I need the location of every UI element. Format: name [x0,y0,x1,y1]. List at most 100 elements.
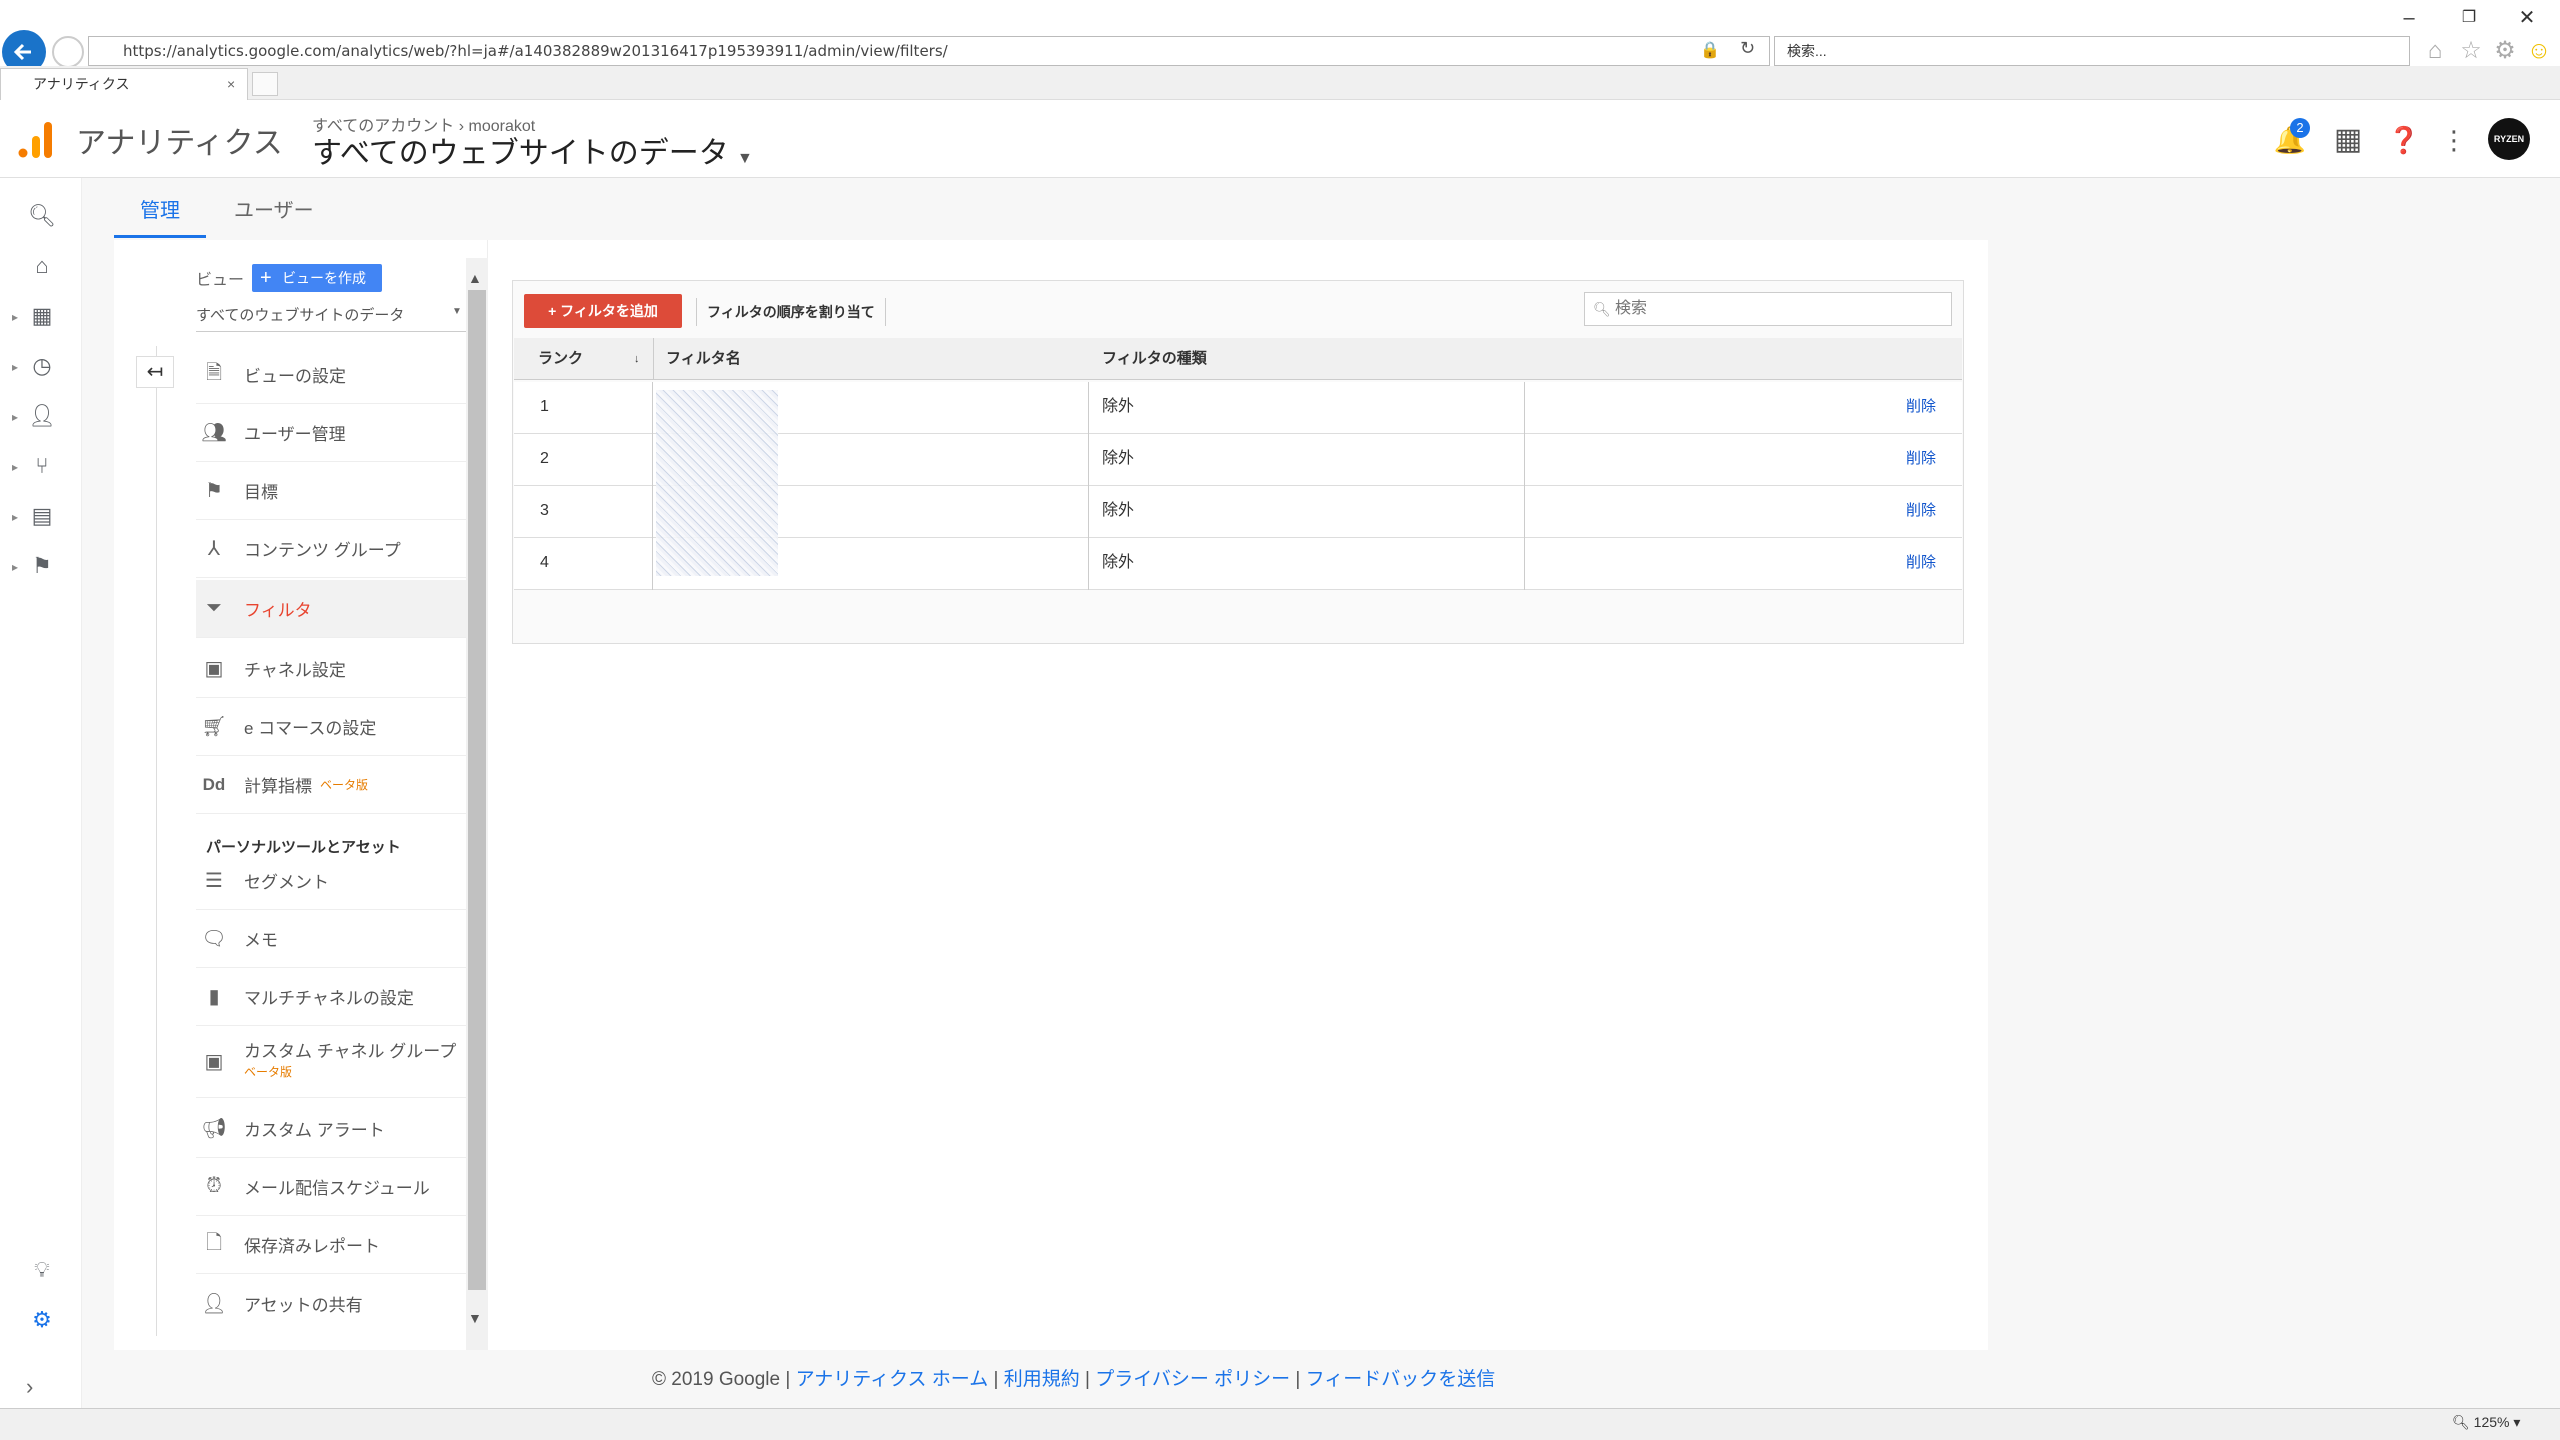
home-icon[interactable]: ⌂ [26,250,58,282]
menu-label: メール配信スケジュール [244,1179,430,1198]
redacted-filter-names [656,390,778,576]
browser-tab-analytics[interactable]: アナリティクス × [0,68,248,100]
column-scrollbar-thumb[interactable] [468,290,486,1290]
type-cell: 除外 [1102,450,1135,467]
menu-user-management[interactable]: 👥︎ ユーザー管理 [196,404,466,462]
create-view-button[interactable]: + ビューを作成 [252,264,382,292]
delete-link[interactable]: 削除 [1906,538,1936,590]
delete-link[interactable]: 削除 [1906,486,1936,538]
browser-status-bar [0,1408,2560,1440]
caret-down-icon: ▼ [452,306,462,317]
collapse-column-button[interactable]: ↤ [136,356,174,388]
settings-gear-icon[interactable]: ⚙ [2490,36,2520,66]
expand-caret-icon: ▸ [12,410,19,424]
conversions-flag-icon[interactable]: ⚑ [26,550,58,582]
minimize-button[interactable]: – [2392,4,2426,32]
realtime-clock-icon[interactable]: ◷ [26,350,58,382]
menu-segments[interactable]: ☰ セグメント [196,852,466,910]
column-header-filter-name[interactable]: フィルタ名 [654,338,1088,380]
assign-filter-order-button[interactable]: フィルタの順序を割り当て [696,298,886,326]
beta-badge: ベータ版 [244,1064,293,1079]
menu-scheduled-emails[interactable]: ⏰︎ メール配信スケジュール [196,1158,466,1216]
footer-link-terms[interactable]: 利用規約 [1004,1369,1080,1390]
footer: © 2019 Google | アナリティクス ホーム | 利用規約 | プライ… [652,1369,1496,1390]
tab-close-icon[interactable]: × [227,69,235,99]
menu-custom-channel-grouping[interactable]: ▣ カスタム チャネル グループ ベータ版 [196,1026,466,1098]
more-vert-icon[interactable]: ⋮ [2436,122,2472,158]
close-window-button[interactable]: ✕ [2510,4,2544,32]
zoom-level[interactable]: 🔍︎ 125% ▾ [2452,1414,2520,1431]
menu-content-grouping[interactable]: ⅄ コンテンツ グループ [196,520,466,578]
rank-cell: 2 [540,450,549,467]
column-divider [652,382,653,590]
channel-settings-icon: ▣ [204,658,224,680]
column-header-label: フィルタ名 [666,350,741,367]
customization-icon[interactable]: ▦ [26,300,58,332]
shopping-cart-icon: 🛒︎ [201,716,227,738]
type-cell: 除外 [1102,398,1135,415]
avatar[interactable]: RYZEN [2488,118,2530,160]
back-arrow-icon [13,43,31,61]
menu-saved-reports[interactable]: 🗋 保存済みレポート [196,1216,466,1274]
filter-search-input[interactable]: 🔍︎ 検索 [1584,292,1952,326]
column-header-rank[interactable]: ランク ↓ [514,338,654,380]
acquisition-icon[interactable]: ⑂ [26,450,58,482]
menu-view-settings[interactable]: 🗎 ビューの設定 [196,346,466,404]
refresh-icon[interactable]: ↻ [1740,38,1755,59]
alarm-clock-icon: ⏰︎ [206,1175,222,1197]
menu-goals[interactable]: ⚑ 目標 [196,462,466,520]
tab-user[interactable]: ユーザー [234,194,314,238]
delete-link[interactable]: 削除 [1906,382,1936,434]
document-icon: 🗋 [205,1231,223,1254]
search-icon[interactable]: 🔍︎ [26,200,58,232]
restore-button[interactable]: ❐ [2452,4,2486,32]
menu-filters[interactable]: ⏷ フィルタ [196,580,466,638]
behavior-icon[interactable]: ▤ [26,500,58,532]
rank-cell: 4 [540,554,549,571]
home-icon[interactable]: ⌂ [2420,36,2450,66]
expand-caret-icon: ▸ [12,460,19,474]
apps-grid-icon[interactable]: ▦ [2330,122,2366,158]
audience-person-icon[interactable]: 👤︎ [26,400,58,432]
discover-lightbulb-icon[interactable]: 💡︎ [26,1254,58,1286]
menu-ecommerce-settings[interactable]: 🛒︎ e コマースの設定 [196,698,466,756]
menu-annotations[interactable]: 🗨 メモ [196,910,466,968]
delete-link[interactable]: 削除 [1906,434,1936,486]
admin-gear-icon[interactable]: ⚙ [26,1304,58,1336]
sort-arrow-icon: ↓ [634,353,640,365]
scroll-down-icon[interactable]: ▼ [468,1310,482,1326]
menu-calculated-metrics[interactable]: Dd 計算指標 ベータ版 [196,756,466,814]
menu-label: カスタム チャネル グループ [244,1041,457,1061]
footer-link-feedback[interactable]: フィードバックを送信 [1306,1369,1496,1390]
column-header-filter-type[interactable]: フィルタの種類 [1088,338,1962,380]
tab-admin[interactable]: 管理 [114,194,206,238]
scroll-up-icon[interactable]: ▲ [468,270,482,286]
tab-bar [0,66,2560,100]
menu-label: フィルタ [244,601,312,620]
view-selector[interactable]: すべてのウェブサイトのデータ ▼ [312,128,753,172]
feedback-smiley-icon[interactable]: ☺ [2524,36,2554,66]
menu-channel-settings[interactable]: ▣ チャネル設定 [196,640,466,698]
address-bar[interactable]: https://analytics.google.com/analytics/w… [88,36,1770,66]
create-view-label: ビューを作成 [282,270,366,286]
menu-share-assets[interactable]: 👤︎ アセットの共有 [196,1274,466,1332]
notification-badge: 2 [2290,118,2310,138]
calculated-metrics-icon: Dd [202,774,226,794]
zoom-value: 125% [2473,1414,2510,1430]
menu-label: マルチチャネルの設定 [244,989,414,1008]
browser-forward-button[interactable] [52,36,84,68]
menu-custom-alerts[interactable]: 📢︎ カスタム アラート [196,1100,466,1158]
help-icon[interactable]: ❓ [2386,122,2422,158]
view-dropdown[interactable]: すべてのウェブサイトのデータ ▼ [196,304,466,332]
footer-link-analytics-home[interactable]: アナリティクス ホーム [796,1369,989,1390]
expand-rail-chevron-icon[interactable]: › [26,1374,33,1400]
favorites-star-icon[interactable]: ☆ [2456,36,2486,66]
person-add-icon: 👤︎ [201,1292,227,1315]
menu-multichannel-settings[interactable]: ▮ マルチチャネルの設定 [196,968,466,1026]
add-filter-button[interactable]: + フィルタを追加 [524,294,682,328]
footer-link-privacy[interactable]: プライバシー ポリシー [1095,1369,1290,1390]
new-tab-button[interactable] [252,72,278,96]
column-divider [1088,382,1089,590]
browser-search-input[interactable]: 検索... [1774,36,2410,66]
content-group-icon: ⅄ [207,538,221,560]
